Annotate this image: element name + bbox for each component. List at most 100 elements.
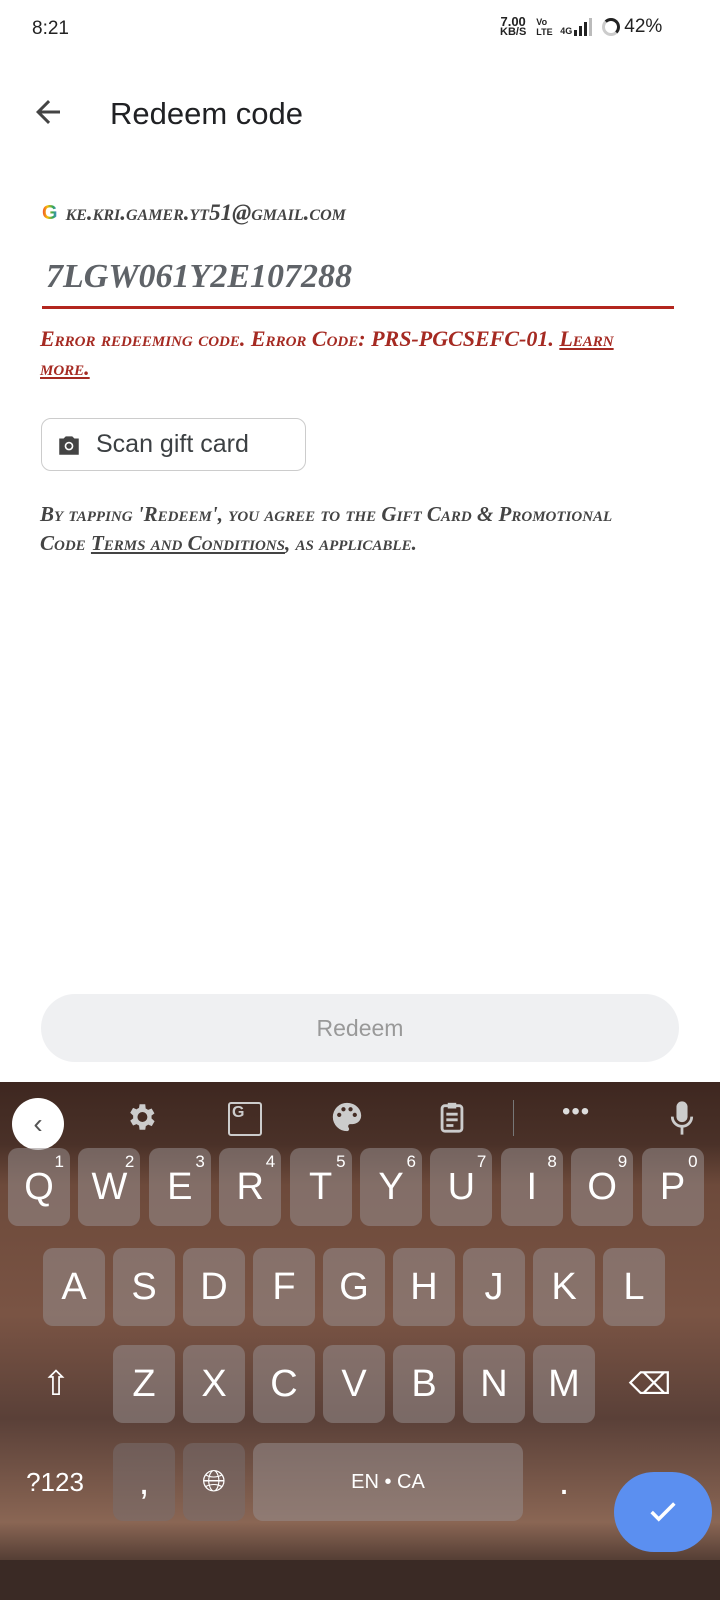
terms-link[interactable]: Terms and Conditions xyxy=(91,531,285,555)
key-m[interactable]: M xyxy=(533,1345,595,1423)
key-hint: 5 xyxy=(336,1152,346,1171)
error-text: Error redeeming code. Error Code: PRS-PG… xyxy=(40,326,554,351)
account-email: ke.kri.gamer.yt51@gmail.com xyxy=(65,200,346,225)
key-label: T xyxy=(308,1165,333,1208)
signal-icon: 4G xyxy=(560,18,593,36)
camera-icon xyxy=(59,435,79,455)
backspace-icon: ⌫ xyxy=(628,1367,672,1401)
key-label: U xyxy=(447,1165,476,1208)
palette-icon[interactable] xyxy=(330,1100,364,1134)
key-label: P xyxy=(659,1165,686,1208)
key-label: M xyxy=(548,1362,580,1405)
key-q[interactable]: Q1 xyxy=(8,1148,70,1226)
key-l[interactable]: L xyxy=(603,1248,665,1326)
gear-icon[interactable] xyxy=(124,1100,158,1134)
net-unit: KB/S xyxy=(500,26,527,38)
key-d[interactable]: D xyxy=(183,1248,245,1326)
key-hint: 4 xyxy=(265,1152,276,1171)
key-label: EN • CA xyxy=(351,1470,425,1493)
key-label: ?123 xyxy=(26,1466,84,1497)
key-u[interactable]: U7 xyxy=(430,1148,493,1226)
key-label: . xyxy=(558,1460,570,1503)
key-p[interactable]: P0 xyxy=(641,1148,704,1226)
redeem-button[interactable]: Redeem xyxy=(41,994,679,1062)
key-t[interactable]: T5 xyxy=(289,1148,352,1226)
key-hint: 3 xyxy=(195,1152,205,1171)
key-w[interactable]: W2 xyxy=(78,1148,141,1226)
input-underline xyxy=(42,306,674,309)
key-label: A xyxy=(61,1265,87,1308)
space-key[interactable]: EN • CA xyxy=(253,1443,523,1521)
key-c[interactable]: C xyxy=(253,1345,315,1423)
globe-icon: 🌐︎ xyxy=(202,1465,226,1498)
battery-icon xyxy=(602,18,621,36)
translate-icon[interactable]: G xyxy=(228,1102,262,1136)
volte-icon: Vo LTE xyxy=(536,17,553,37)
key-label: V xyxy=(341,1362,367,1405)
key-e[interactable]: E3 xyxy=(148,1148,211,1226)
key-label: B xyxy=(411,1362,437,1405)
comma-key[interactable]: , xyxy=(113,1443,175,1521)
key-label: C xyxy=(270,1362,298,1405)
key-label: K xyxy=(551,1265,577,1308)
key-hint: 2 xyxy=(124,1152,135,1171)
battery-percent: 42% xyxy=(624,16,663,37)
key-o[interactable]: O9 xyxy=(571,1148,634,1226)
key-label: G xyxy=(339,1265,369,1308)
key-hint: 9 xyxy=(617,1152,628,1171)
key-hint: 8 xyxy=(547,1152,557,1171)
key-label: L xyxy=(623,1265,645,1308)
key-v[interactable]: V xyxy=(323,1345,385,1423)
key-h[interactable]: H xyxy=(393,1248,455,1326)
chevron-left-icon[interactable]: ‹ xyxy=(12,1098,64,1150)
key-f[interactable]: F xyxy=(253,1248,315,1326)
clipboard-icon[interactable] xyxy=(435,1100,469,1134)
key-label: Y xyxy=(378,1165,404,1208)
key-label: Z xyxy=(132,1362,156,1405)
key-label: I xyxy=(526,1165,538,1208)
key-r[interactable]: R4 xyxy=(219,1148,282,1226)
microphone-icon[interactable] xyxy=(668,1100,696,1136)
more-icon[interactable]: ••• xyxy=(562,1098,590,1126)
key-hint: 7 xyxy=(476,1152,487,1171)
key-label: O xyxy=(587,1165,617,1208)
toolbar-divider xyxy=(513,1100,514,1136)
terms-after: , as applicable. xyxy=(284,531,417,555)
shift-icon: ⇧ xyxy=(41,1365,71,1403)
key-label: X xyxy=(201,1362,227,1405)
key-label: H xyxy=(410,1265,438,1308)
scan-label: Scan gift card xyxy=(96,430,249,458)
symbols-key[interactable]: ?123 xyxy=(8,1443,102,1521)
key-y[interactable]: Y6 xyxy=(360,1148,422,1226)
key-hint: 6 xyxy=(406,1152,416,1171)
nav-bar xyxy=(0,1560,720,1600)
key-i[interactable]: I8 xyxy=(500,1148,563,1226)
key-k[interactable]: K xyxy=(533,1248,595,1326)
error-message: Error redeeming code. Error Code: PRS-PG… xyxy=(40,324,660,382)
scan-gift-card-button[interactable]: Scan gift card xyxy=(41,418,306,471)
check-icon xyxy=(650,1502,676,1522)
key-s[interactable]: S xyxy=(113,1248,175,1326)
key-label: S xyxy=(131,1265,157,1308)
arrow-left-icon[interactable] xyxy=(30,94,66,130)
account-row: G ke.kri.gamer.yt51@gmail.com xyxy=(42,200,346,226)
key-label: , xyxy=(138,1460,150,1503)
key-x[interactable]: X xyxy=(183,1345,245,1423)
key-label: Q xyxy=(24,1165,54,1208)
key-b[interactable]: B xyxy=(393,1345,455,1423)
google-icon: G xyxy=(42,201,58,224)
key-z[interactable]: Z xyxy=(113,1345,175,1423)
key-j[interactable]: J xyxy=(463,1248,525,1326)
enter-key[interactable] xyxy=(614,1472,712,1552)
status-icons: 7.00 KB/S Vo LTE 4G 42% xyxy=(500,15,663,38)
language-key[interactable]: 🌐︎ xyxy=(183,1443,245,1521)
period-key[interactable]: . xyxy=(533,1443,595,1521)
backspace-key[interactable]: ⌫ xyxy=(612,1345,688,1423)
key-label: W xyxy=(91,1165,128,1208)
shift-key[interactable]: ⇧ xyxy=(18,1345,94,1423)
key-a[interactable]: A xyxy=(43,1248,105,1326)
code-input[interactable]: 7LGW061Y2E107288 xyxy=(46,258,352,296)
key-n[interactable]: N xyxy=(463,1345,525,1423)
key-label: N xyxy=(480,1362,508,1405)
key-g[interactable]: G xyxy=(323,1248,385,1326)
